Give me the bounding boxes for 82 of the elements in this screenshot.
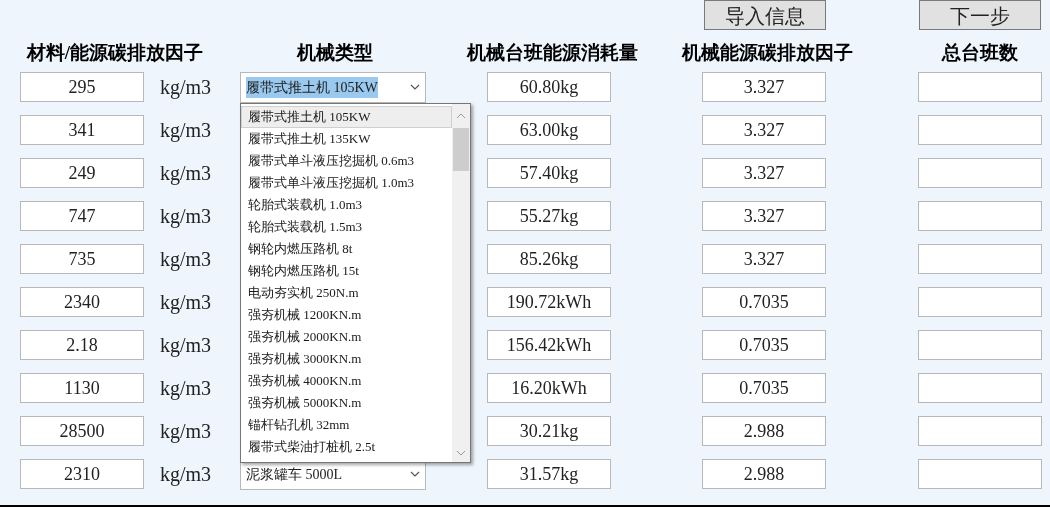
unit-label: kg/m3 [160, 290, 213, 316]
text-field[interactable]: 2.18 [20, 330, 144, 360]
combo-text: 泥浆罐车 5000L [246, 465, 343, 484]
dropdown-item[interactable]: 钢轮内燃压路机 8t [241, 238, 452, 260]
unit-label: kg/m3 [160, 118, 213, 144]
dropdown-item[interactable]: 履带式单斗液压挖掘机 0.6m3 [241, 150, 452, 172]
column-header: 材料/能源碳排放因子 [25, 40, 205, 65]
text-field[interactable]: 249 [20, 158, 144, 188]
text-field[interactable] [918, 330, 1042, 360]
machine-combo-box[interactable]: 履带式推土机 105KW [240, 71, 426, 103]
text-field[interactable] [918, 287, 1042, 317]
text-field[interactable]: 3.327 [702, 201, 826, 231]
text-field[interactable]: 341 [20, 115, 144, 145]
scrollbar[interactable] [452, 104, 470, 462]
text-field[interactable]: 190.72kWh [487, 287, 611, 317]
combo-text: 履带式推土机 105KW [246, 76, 378, 98]
text-field[interactable]: 3.327 [702, 244, 826, 274]
unit-label: kg/m3 [160, 376, 213, 402]
text-field[interactable]: 31.57kg [487, 459, 611, 489]
text-field[interactable]: 63.00kg [487, 115, 611, 145]
chevron-down-icon [410, 84, 420, 90]
text-field[interactable]: 2.988 [702, 459, 826, 489]
unit-label: kg/m3 [160, 333, 213, 359]
dropdown-item[interactable]: 履带式推土机 105KW [241, 106, 452, 128]
text-field[interactable]: 3.327 [702, 72, 826, 102]
text-field[interactable]: 2310 [20, 459, 144, 489]
text-field[interactable]: 28500 [20, 416, 144, 446]
text-field[interactable] [918, 115, 1042, 145]
text-field[interactable] [918, 158, 1042, 188]
dropdown-item[interactable]: 履带式单斗液压挖掘机 1.0m3 [241, 172, 452, 194]
dropdown-item[interactable]: 轮胎式装载机 1.0m3 [241, 194, 452, 216]
text-field[interactable]: 735 [20, 244, 144, 274]
text-field[interactable]: 2340 [20, 287, 144, 317]
toolbar-button[interactable]: 下一步 [919, 0, 1041, 30]
column-header: 总台班数 [940, 40, 1019, 65]
scrollbar-thumb[interactable] [453, 128, 469, 171]
text-field[interactable]: 0.7035 [702, 373, 826, 403]
dropdown-item[interactable]: 轮胎式装载机 1.5m3 [241, 216, 452, 238]
column-header: 机械类型 [295, 40, 374, 65]
unit-label: kg/m3 [160, 75, 213, 101]
text-field[interactable]: 30.21kg [487, 416, 611, 446]
dropdown-item[interactable]: 锚杆钻孔机 32mm [241, 414, 452, 436]
text-field[interactable]: 295 [20, 72, 144, 102]
text-field[interactable]: 16.20kWh [487, 373, 611, 403]
text-field[interactable]: 55.27kg [487, 201, 611, 231]
chevron-up-icon [456, 113, 466, 119]
text-field[interactable]: 0.7035 [702, 287, 826, 317]
dropdown-item[interactable]: 强夯机械 1200KN.m [241, 304, 452, 326]
chevron-down-icon [410, 471, 420, 477]
dropdown-item[interactable]: 强夯机械 2000KN.m [241, 326, 452, 348]
column-header: 机械台班能源消耗量 [465, 40, 639, 65]
column-header: 机械能源碳排放因子 [680, 40, 854, 65]
text-field[interactable]: 156.42kWh [487, 330, 611, 360]
text-field[interactable]: 3.327 [702, 115, 826, 145]
text-field[interactable] [918, 459, 1042, 489]
dropdown-item[interactable]: 电动夯实机 250N.m [241, 282, 452, 304]
text-field[interactable]: 0.7035 [702, 330, 826, 360]
text-field[interactable]: 747 [20, 201, 144, 231]
text-field[interactable]: 57.40kg [487, 158, 611, 188]
text-field[interactable]: 1130 [20, 373, 144, 403]
dropdown-item[interactable]: 钢轮内燃压路机 15t [241, 260, 452, 282]
dropdown-item[interactable]: 强夯机械 5000KN.m [241, 392, 452, 414]
text-field[interactable] [918, 201, 1042, 231]
unit-label: kg/m3 [160, 462, 213, 488]
dropdown-item[interactable]: 强夯机械 4000KN.m [241, 370, 452, 392]
text-field[interactable] [918, 373, 1042, 403]
toolbar-button[interactable]: 导入信息 [704, 0, 826, 30]
text-field[interactable]: 60.80kg [487, 72, 611, 102]
unit-label: kg/m3 [160, 419, 213, 445]
text-field[interactable]: 85.26kg [487, 244, 611, 274]
unit-label: kg/m3 [160, 161, 213, 187]
unit-label: kg/m3 [160, 204, 213, 230]
dropdown-item[interactable]: 强夯机械 3000KN.m [241, 348, 452, 370]
text-field[interactable] [918, 416, 1042, 446]
text-field[interactable] [918, 72, 1042, 102]
chevron-down-icon [456, 450, 466, 456]
unit-label: kg/m3 [160, 247, 213, 273]
text-field[interactable]: 3.327 [702, 158, 826, 188]
dropdown-item[interactable]: 履带式柴油打桩机 2.5t [241, 436, 452, 458]
text-field[interactable] [918, 244, 1042, 274]
dropdown-item[interactable]: 履带式推土机 135KW [241, 128, 452, 150]
text-field[interactable]: 2.988 [702, 416, 826, 446]
